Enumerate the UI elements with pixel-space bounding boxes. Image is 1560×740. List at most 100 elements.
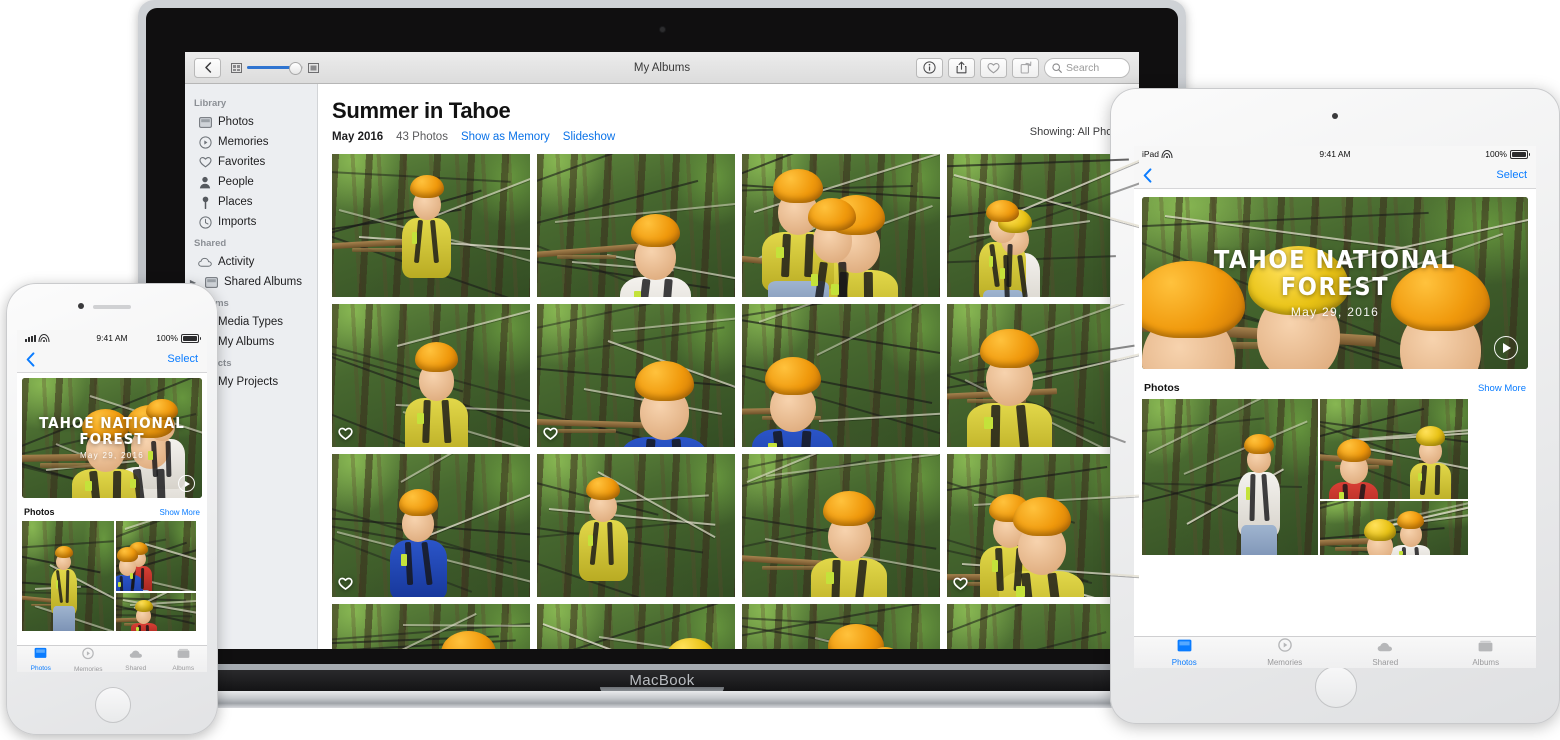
section-title: Photos: [1144, 382, 1180, 394]
mosaic-photo[interactable]: [116, 593, 196, 631]
memory-date: May 29, 2016: [79, 450, 145, 460]
sidebar-item-people[interactable]: People: [185, 172, 317, 192]
photo-thumbnail[interactable]: [947, 604, 1139, 649]
favorite-button[interactable]: [980, 57, 1007, 78]
play-circle-icon[interactable]: [178, 475, 195, 492]
sidebar-item-memories[interactable]: Memories: [185, 132, 317, 152]
mosaic-photo[interactable]: [116, 521, 196, 591]
photo-content: [537, 304, 735, 447]
sidebar-item-activity[interactable]: Activity: [185, 252, 317, 272]
photo-thumbnail[interactable]: [537, 604, 735, 649]
sidebar-item-photos[interactable]: Photos: [185, 112, 317, 132]
tab-shared[interactable]: Shared: [112, 646, 160, 672]
album-icon: [1478, 639, 1493, 657]
chevron-left-icon[interactable]: [1143, 167, 1152, 183]
mosaic-photo[interactable]: [1320, 399, 1468, 499]
thumbnail-large-icon: [308, 62, 319, 73]
ipad-screen: iPad 9:41 AM 100% Select TAHOE NATIONAL …: [1134, 146, 1536, 668]
tab-label: Photos: [30, 665, 51, 672]
ipad-device: iPad 9:41 AM 100% Select TAHOE NATIONAL …: [1110, 88, 1560, 724]
select-button[interactable]: Select: [167, 353, 198, 365]
memory-card[interactable]: Tahoe National Forest May 29, 2016: [22, 378, 202, 498]
iphone-photo-mosaic: [22, 521, 202, 633]
ipad-photo-mosaic: [1142, 399, 1528, 557]
cloud-icon: [129, 647, 143, 662]
favorite-badge-icon: [543, 426, 558, 441]
mac-window-body: Library Photos Memories Favorites People…: [185, 84, 1139, 649]
sidebar-label: Memories: [218, 136, 269, 148]
thumbnail-zoom-slider[interactable]: [231, 61, 319, 75]
sidebar-label: Imports: [218, 216, 257, 228]
tab-photos[interactable]: Photos: [1134, 639, 1235, 667]
photo-thumbnail[interactable]: [332, 304, 530, 447]
search-placeholder: Search: [1066, 61, 1100, 74]
tab-label: Albums: [1472, 657, 1500, 667]
memory-card[interactable]: Tahoe National Forest May 29, 2016: [1142, 197, 1528, 369]
tab-label: Shared: [1372, 657, 1399, 667]
photo-thumbnail[interactable]: [537, 304, 735, 447]
tab-photos[interactable]: Photos: [17, 646, 65, 672]
cloud-icon: [1377, 639, 1393, 657]
sidebar-item-places[interactable]: Places: [185, 192, 317, 212]
battery-full-icon: [181, 333, 201, 343]
ipad-home-button[interactable]: [1315, 666, 1357, 708]
photo-content: [332, 604, 530, 649]
photo-content: [537, 154, 735, 297]
share-button[interactable]: [948, 57, 975, 78]
mosaic-photo[interactable]: [1320, 501, 1468, 555]
show-more-link[interactable]: Show More: [1478, 383, 1526, 394]
cloud-icon: [129, 650, 142, 658]
info-button[interactable]: [916, 57, 943, 78]
slideshow-link[interactable]: Slideshow: [563, 131, 615, 143]
zoom-slider-knob[interactable]: [289, 61, 303, 75]
mosaic-photo[interactable]: [1142, 399, 1318, 555]
zoom-slider-track[interactable]: [247, 61, 303, 75]
tab-memories[interactable]: Memories: [65, 646, 113, 672]
cloud-icon: [1377, 642, 1393, 651]
photo-content: [332, 154, 530, 297]
battery-full-icon: [1510, 149, 1530, 159]
photo-thumbnail[interactable]: [947, 154, 1139, 297]
album-photo-count: 43 Photos: [396, 131, 448, 143]
memories-icon: [1277, 638, 1292, 657]
chevron-left-icon[interactable]: [26, 351, 35, 367]
mosaic-photo[interactable]: [22, 521, 114, 631]
sidebar-section-library: Library: [194, 98, 227, 109]
photo-thumbnail[interactable]: [947, 304, 1139, 447]
sidebar-label: People: [218, 176, 254, 188]
show-as-memory-link[interactable]: Show as Memory: [461, 131, 550, 143]
sidebar-item-favorites[interactable]: Favorites: [185, 152, 317, 172]
photo-thumbnail[interactable]: [742, 304, 940, 447]
photo-thumbnail[interactable]: [947, 454, 1139, 597]
ipad-nav-bar: Select: [1134, 162, 1536, 189]
back-button[interactable]: [194, 57, 221, 78]
tab-albums[interactable]: Albums: [160, 646, 208, 672]
play-circle-icon[interactable]: [1494, 336, 1518, 360]
rotate-button[interactable]: [1012, 57, 1039, 78]
iphone-device: 9:41 AM 100% Select Tahoe National Fores…: [6, 283, 218, 735]
tab-shared[interactable]: Shared: [1335, 639, 1436, 667]
photo-thumbnail[interactable]: [537, 154, 735, 297]
show-more-link[interactable]: Show More: [160, 508, 200, 517]
photos-icon: [34, 647, 47, 658]
photo-content: [947, 454, 1139, 597]
select-button[interactable]: Select: [1496, 169, 1527, 181]
photos-icon: [1177, 639, 1192, 651]
photo-content: [1320, 399, 1468, 499]
ipad-tab-bar: Photos Memories Shared Albums: [1134, 636, 1536, 668]
photo-thumbnail[interactable]: [332, 604, 530, 649]
search-input[interactable]: Search: [1044, 57, 1130, 78]
photo-thumbnail[interactable]: [742, 454, 940, 597]
tab-memories[interactable]: Memories: [1235, 638, 1336, 667]
photo-thumbnail[interactable]: [742, 154, 940, 297]
sidebar-item-imports[interactable]: Imports: [185, 212, 317, 232]
photo-thumbnail[interactable]: [742, 604, 940, 649]
sidebar-label: My Projects: [218, 376, 279, 388]
iphone-home-button[interactable]: [95, 687, 131, 723]
photo-thumbnail[interactable]: [332, 454, 530, 597]
photo-content: [332, 304, 530, 447]
tab-albums[interactable]: Albums: [1436, 639, 1537, 667]
status-clock: 9:41 AM: [1319, 149, 1351, 159]
photo-thumbnail[interactable]: [332, 154, 530, 297]
photo-thumbnail[interactable]: [537, 454, 735, 597]
